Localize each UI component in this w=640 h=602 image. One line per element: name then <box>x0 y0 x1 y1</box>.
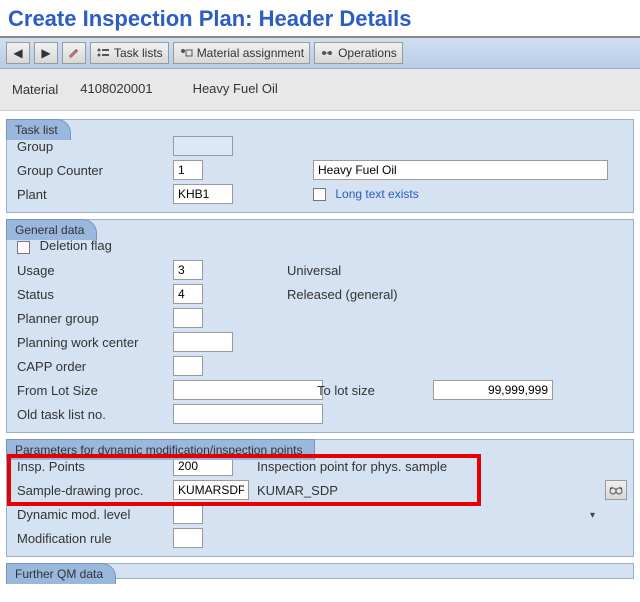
operations-label: Operations <box>338 46 397 60</box>
deletion-flag-label: Deletion flag <box>40 238 112 253</box>
deletion-flag-field: Deletion flag <box>13 237 173 254</box>
pencil-icon <box>68 46 80 60</box>
dyn-mod-label: Dynamic mod. level <box>13 506 173 523</box>
sample-proc-input[interactable] <box>173 480 249 500</box>
usage-desc: Universal <box>283 262 627 279</box>
operations-icon <box>320 47 334 59</box>
planner-group-label: Planner group <box>13 310 173 327</box>
long-text-checkbox[interactable] <box>313 188 326 201</box>
from-lot-label: From Lot Size <box>13 382 173 399</box>
panel-params: Parameters for dynamic modification/insp… <box>6 439 634 557</box>
group-input[interactable] <box>173 136 233 156</box>
to-lot-label: To lot size <box>313 382 433 399</box>
sample-proc-label: Sample-drawing proc. <box>13 482 173 499</box>
nav-back-button[interactable]: ◀ <box>6 42 30 64</box>
panel-tab-task-list: Task list <box>6 119 71 140</box>
assignment-icon <box>179 47 193 59</box>
capp-label: CAPP order <box>13 358 173 375</box>
old-tl-input[interactable] <box>173 404 323 424</box>
triangle-right-icon: ▶ <box>41 46 50 60</box>
panel-general: General data Deletion flag Usage Univers… <box>6 219 634 433</box>
toolbar: ◀ ▶ Task lists Material assignment Opera… <box>0 38 640 69</box>
sample-proc-desc: KUMAR_SDP <box>253 482 597 499</box>
insp-points-desc: Inspection point for phys. sample <box>253 458 597 475</box>
panel-tab-further: Further QM data <box>6 563 116 584</box>
capp-input[interactable] <box>173 356 203 376</box>
material-code: 4108020001 <box>80 81 152 98</box>
material-desc: Heavy Fuel Oil <box>193 81 278 98</box>
material-row: Material 4108020001 Heavy Fuel Oil <box>0 69 640 111</box>
plant-label: Plant <box>13 186 173 203</box>
dropdown-icon[interactable]: ▾ <box>590 510 595 521</box>
glasses-icon <box>609 485 623 495</box>
long-text-label: Long text exists <box>335 187 418 201</box>
from-lot-input[interactable] <box>173 380 323 400</box>
panel-tab-general: General data <box>6 219 97 240</box>
insp-points-label: Insp. Points <box>13 458 173 475</box>
material-label: Material <box>8 81 62 98</box>
status-label: Status <box>13 286 173 303</box>
old-tl-label: Old task list no. <box>13 406 173 423</box>
group-counter-input[interactable] <box>173 160 203 180</box>
usage-label: Usage <box>13 262 173 279</box>
plant-input[interactable] <box>173 184 233 204</box>
planner-group-input[interactable] <box>173 308 203 328</box>
panel-task-list: Task list Group Group Counter Plant Long… <box>6 119 634 213</box>
group-counter-label: Group Counter <box>13 162 173 179</box>
dyn-mod-input[interactable] <box>173 504 203 524</box>
material-assignment-label: Material assignment <box>197 46 304 60</box>
panel-tab-params: Parameters for dynamic modification/insp… <box>6 439 315 460</box>
panel-further: Further QM data <box>6 563 634 579</box>
status-input[interactable] <box>173 284 203 304</box>
to-lot-input[interactable] <box>433 380 553 400</box>
nav-forward-button[interactable]: ▶ <box>34 42 58 64</box>
operations-button[interactable]: Operations <box>314 42 403 64</box>
planning-wc-label: Planning work center <box>13 334 173 351</box>
status-desc: Released (general) <box>283 286 627 303</box>
edit-button[interactable] <box>62 42 86 64</box>
planning-wc-input[interactable] <box>173 332 233 352</box>
page-title: Create Inspection Plan: Header Details <box>0 0 640 38</box>
group-counter-desc-input[interactable] <box>313 160 608 180</box>
mod-rule-input[interactable] <box>173 528 203 548</box>
deletion-flag-checkbox[interactable] <box>17 241 30 254</box>
mod-rule-label: Modification rule <box>13 530 173 547</box>
usage-input[interactable] <box>173 260 203 280</box>
group-label: Group <box>13 138 173 155</box>
display-details-button[interactable] <box>605 480 627 500</box>
triangle-left-icon: ◀ <box>13 46 22 60</box>
task-lists-button[interactable]: Task lists <box>90 42 169 64</box>
list-icon <box>96 47 110 59</box>
material-assignment-button[interactable]: Material assignment <box>173 42 310 64</box>
task-lists-label: Task lists <box>114 46 163 60</box>
